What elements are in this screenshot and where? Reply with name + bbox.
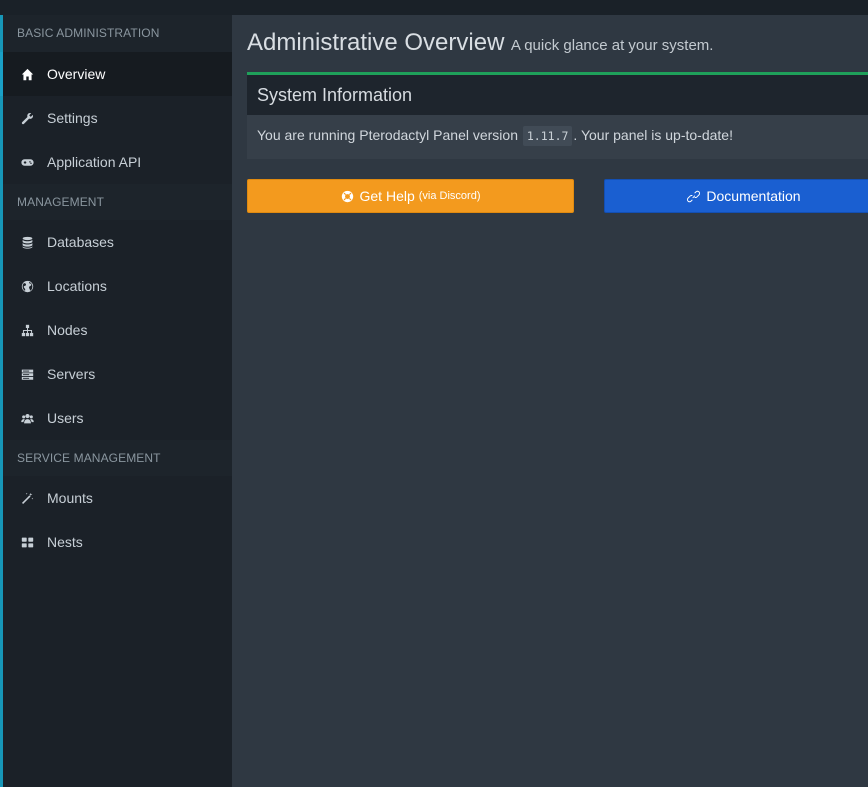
sidebar-item-label: Mounts	[47, 490, 93, 506]
documentation-button[interactable]: Documentation	[604, 179, 868, 213]
sidebar-item-label: Settings	[47, 110, 98, 126]
sidebar-item-label: Servers	[47, 366, 96, 382]
content-area: Administrative Overview A quick glance a…	[232, 15, 868, 787]
get-help-label: Get Help	[359, 188, 415, 204]
sidebar-item-label: Application API	[47, 154, 142, 170]
box-body: You are running Pterodactyl Panel versio…	[247, 115, 868, 146]
sidebar-item-servers[interactable]: Servers	[3, 352, 232, 396]
section-header-service-management: SERVICE MANAGEMENT	[3, 440, 232, 476]
sidebar-item-settings[interactable]: Settings	[3, 96, 232, 140]
page-subtitle: A quick glance at your system.	[510, 37, 714, 54]
sidebar-item-label: Databases	[47, 234, 114, 250]
sidebar-item-nests[interactable]: Nests	[3, 520, 232, 564]
globe-icon	[20, 279, 34, 293]
system-information-box: System Information You are running Ptero…	[247, 72, 868, 159]
sidebar-item-users[interactable]: Users	[3, 396, 232, 440]
magic-icon	[20, 491, 34, 505]
sidebar-item-overview[interactable]: Overview	[0, 52, 232, 96]
th-large-icon	[20, 535, 34, 549]
get-help-button[interactable]: Get Help (via Discord)	[247, 179, 574, 213]
get-help-sublabel: (via Discord)	[418, 190, 481, 202]
page-header: Administrative Overview A quick glance a…	[247, 29, 713, 57]
gamepad-icon	[20, 155, 34, 169]
sidebar-item-label: Nests	[47, 534, 83, 550]
sitemap-icon	[20, 323, 34, 337]
top-navbar	[0, 0, 868, 15]
section-header-basic-administration: BASIC ADMINISTRATION	[3, 15, 232, 52]
version-text-after: . Your panel is up-to-date!	[573, 127, 733, 143]
sidebar-item-mounts[interactable]: Mounts	[3, 476, 232, 520]
life-ring-icon	[341, 190, 353, 202]
box-title: System Information	[247, 75, 868, 115]
sidebar-item-label: Overview	[47, 66, 106, 82]
sidebar-item-databases[interactable]: Databases	[3, 220, 232, 264]
wrench-icon	[20, 111, 34, 125]
sidebar-item-label: Users	[47, 410, 84, 426]
link-icon	[687, 190, 701, 202]
sidebar-item-nodes[interactable]: Nodes	[3, 308, 232, 352]
section-header-management: MANAGEMENT	[3, 184, 232, 220]
sidebar-item-label: Nodes	[47, 322, 88, 338]
users-icon	[20, 411, 34, 425]
version-text-before: You are running Pterodactyl Panel versio…	[257, 127, 518, 143]
sidebar-item-locations[interactable]: Locations	[3, 264, 232, 308]
version-code: 1.11.7	[522, 126, 573, 146]
home-icon	[20, 67, 34, 81]
sidebar-item-application-api[interactable]: Application API	[3, 140, 232, 184]
server-icon	[20, 367, 34, 381]
sidebar-item-label: Locations	[47, 278, 107, 294]
page-title: Administrative Overview	[247, 29, 505, 56]
documentation-label: Documentation	[706, 188, 801, 204]
sidebar: BASIC ADMINISTRATION Overview Settings A…	[0, 15, 232, 787]
database-icon	[20, 235, 34, 249]
